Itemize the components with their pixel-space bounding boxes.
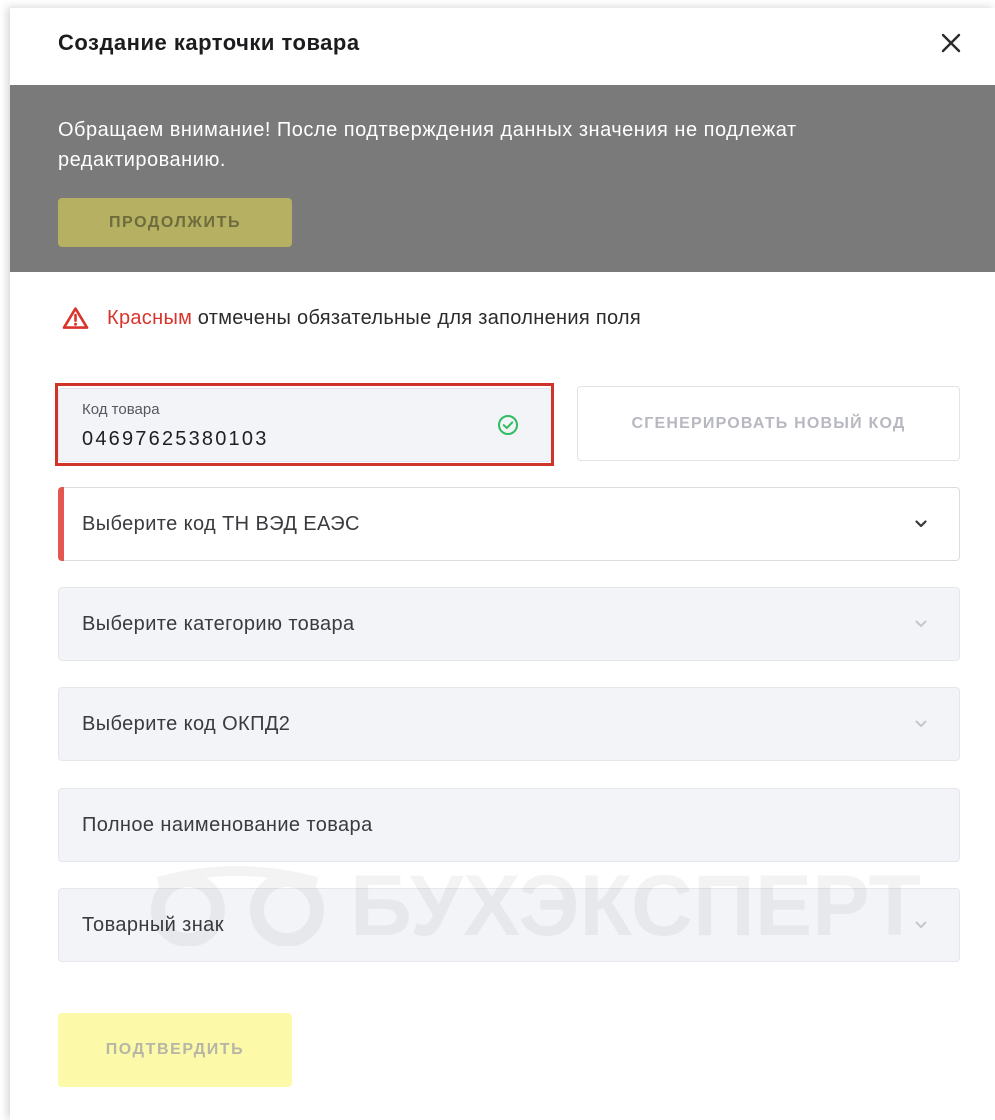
tnved-code-select[interactable]: Выберите код ТН ВЭД ЕАЭС bbox=[58, 487, 960, 561]
create-product-card-dialog: Создание карточки товара Обращаем вниман… bbox=[10, 8, 995, 1120]
required-fields-hint: Красным отмечены обязательные для заполн… bbox=[62, 305, 641, 331]
confirm-button[interactable]: ПОДТВЕРДИТЬ bbox=[58, 1013, 292, 1087]
chevron-down-icon bbox=[915, 520, 927, 528]
select-placeholder: Выберите код ТН ВЭД ЕАЭС bbox=[82, 512, 360, 535]
close-icon bbox=[941, 33, 961, 53]
product-code-input[interactable] bbox=[82, 426, 472, 452]
select-placeholder: Выберите категорию товара bbox=[82, 612, 355, 635]
check-circle-icon bbox=[497, 414, 519, 436]
confirmation-notice: Обращаем внимание! После подтверждения д… bbox=[10, 85, 995, 272]
full-product-name-input[interactable] bbox=[82, 810, 935, 840]
hint-highlight-text: Красным bbox=[107, 306, 193, 329]
product-category-select[interactable]: Выберите категорию товара bbox=[58, 587, 960, 661]
dialog-title: Создание карточки товара bbox=[58, 30, 360, 55]
chevron-down-icon bbox=[915, 720, 927, 728]
continue-button[interactable]: ПРОДОЛЖИТЬ bbox=[58, 198, 292, 247]
product-code-label: Код товара bbox=[82, 401, 160, 418]
notice-text-line: Обращаем внимание! После подтверждения д… bbox=[58, 119, 797, 141]
warning-triangle-icon bbox=[62, 306, 89, 330]
trademark-select[interactable]: Товарный знак bbox=[58, 888, 960, 962]
generate-new-code-button[interactable]: СГЕНЕРИРОВАТЬ НОВЫЙ КОД bbox=[577, 386, 960, 461]
chevron-down-icon bbox=[915, 921, 927, 929]
close-button[interactable] bbox=[937, 29, 965, 57]
select-placeholder: Товарный знак bbox=[82, 913, 224, 936]
hint-text: отмечены обязательные для заполнения пол… bbox=[197, 306, 642, 329]
full-product-name-field[interactable] bbox=[58, 788, 960, 862]
chevron-down-icon bbox=[915, 620, 927, 628]
select-placeholder: Выберите код ОКПД2 bbox=[82, 712, 291, 735]
okpd2-code-select[interactable]: Выберите код ОКПД2 bbox=[58, 687, 960, 761]
notice-text-line: редактированию. bbox=[58, 149, 226, 171]
product-code-field[interactable]: Код товара bbox=[58, 388, 552, 462]
